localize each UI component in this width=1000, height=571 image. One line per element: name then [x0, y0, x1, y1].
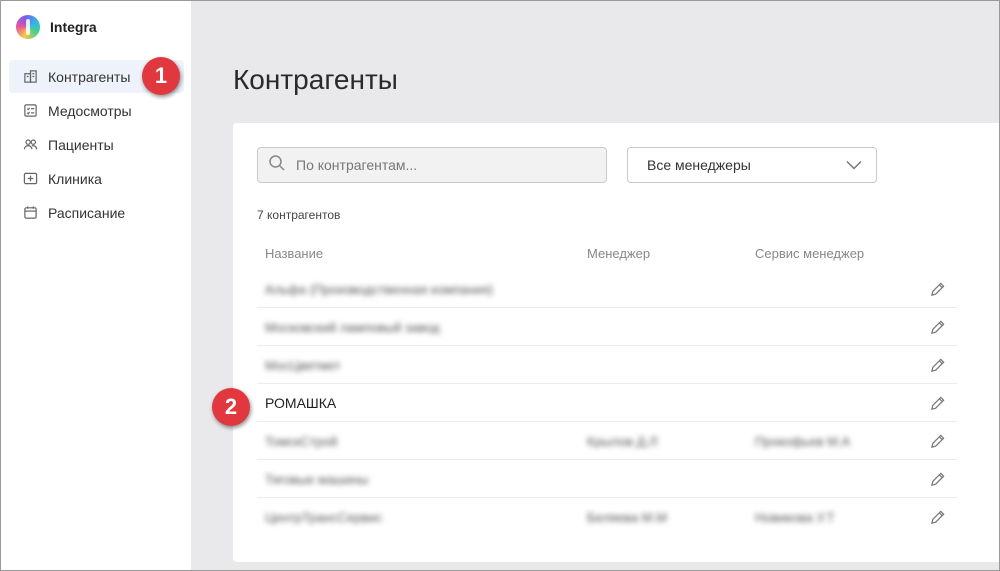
- service-manager-cell: Прокофьев М.А: [755, 434, 851, 449]
- manager-filter-select[interactable]: Все менеджеры: [627, 147, 877, 183]
- counterparty-name[interactable]: ТомскСтрой: [265, 434, 337, 449]
- clinic-cross-icon: [22, 171, 38, 187]
- service-manager-cell: Новикова У.Т: [755, 510, 835, 525]
- table-row[interactable]: ЦентрТрансСервис Беляева М.М Новикова У.…: [257, 498, 957, 536]
- edit-pencil-icon[interactable]: [927, 469, 947, 489]
- callout-badge-2: 2: [212, 388, 250, 426]
- manager-filter-value: Все менеджеры: [647, 157, 751, 173]
- sidebar-item-medical-exams[interactable]: Медосмотры: [9, 94, 184, 127]
- sidebar-item-label: Расписание: [48, 204, 126, 221]
- search-input[interactable]: [296, 157, 586, 173]
- edit-pencil-icon[interactable]: [927, 355, 947, 375]
- sidebar-item-label: Контрагенты: [48, 68, 131, 85]
- counterparty-name[interactable]: Тяговые машины: [265, 472, 368, 487]
- counterparty-name[interactable]: МосЦветмет: [265, 358, 341, 373]
- counterparty-name[interactable]: РОМАШКА: [265, 395, 336, 411]
- page-title: Контрагенты: [233, 64, 398, 95]
- table-row[interactable]: МосЦветмет: [257, 346, 957, 384]
- counterparty-name[interactable]: ЦентрТрансСервис: [265, 510, 382, 525]
- sidebar-item-label: Медосмотры: [48, 102, 132, 119]
- counterparties-table: Альфа (Производственная компания) Москов…: [257, 270, 957, 536]
- checklist-icon: [22, 103, 38, 119]
- search-box[interactable]: [257, 147, 607, 183]
- edit-pencil-icon[interactable]: [927, 279, 947, 299]
- table-row[interactable]: Тяговые машины: [257, 460, 957, 498]
- users-icon: [22, 137, 38, 153]
- edit-pencil-icon[interactable]: [927, 507, 947, 527]
- edit-pencil-icon[interactable]: [927, 431, 947, 451]
- edit-pencil-icon[interactable]: [927, 317, 947, 337]
- sidebar-item-label: Пациенты: [48, 136, 114, 153]
- counterparty-name[interactable]: Альфа (Производственная компания): [265, 282, 493, 297]
- manager-cell: Беляева М.М: [587, 510, 668, 525]
- edit-pencil-icon[interactable]: [927, 393, 947, 413]
- table-row[interactable]: РОМАШКА: [257, 384, 957, 422]
- calendar-icon: [22, 205, 38, 221]
- column-header-manager: Менеджер: [587, 246, 651, 261]
- table-row[interactable]: Альфа (Производственная компания): [257, 270, 957, 308]
- counterparties-count: 7 контрагентов: [257, 208, 341, 222]
- building-icon: [22, 69, 38, 85]
- counterparty-name[interactable]: Московский ламповый завод: [265, 320, 439, 335]
- table-row[interactable]: ТомскСтрой Крылов Д.Л Прокофьев М.А: [257, 422, 957, 460]
- integra-logo-icon: [16, 15, 40, 39]
- sidebar-item-schedule[interactable]: Расписание: [9, 196, 184, 229]
- column-header-service-manager: Сервис менеджер: [755, 246, 865, 261]
- counterparties-card: Все менеджеры 7 контрагентов Название Ме…: [233, 123, 1000, 562]
- sidebar-item-label: Клиника: [48, 170, 102, 187]
- chevron-down-icon: [846, 157, 862, 173]
- brand[interactable]: Integra: [16, 15, 97, 39]
- search-icon: [268, 154, 286, 177]
- app-name: Integra: [50, 19, 97, 35]
- callout-badge-1: 1: [142, 57, 180, 95]
- manager-cell: Крылов Д.Л: [587, 434, 658, 449]
- sidebar-item-clinic[interactable]: Клиника: [9, 162, 184, 195]
- column-header-name: Название: [265, 246, 324, 261]
- table-row[interactable]: Московский ламповый завод: [257, 308, 957, 346]
- sidebar-item-patients[interactable]: Пациенты: [9, 128, 184, 161]
